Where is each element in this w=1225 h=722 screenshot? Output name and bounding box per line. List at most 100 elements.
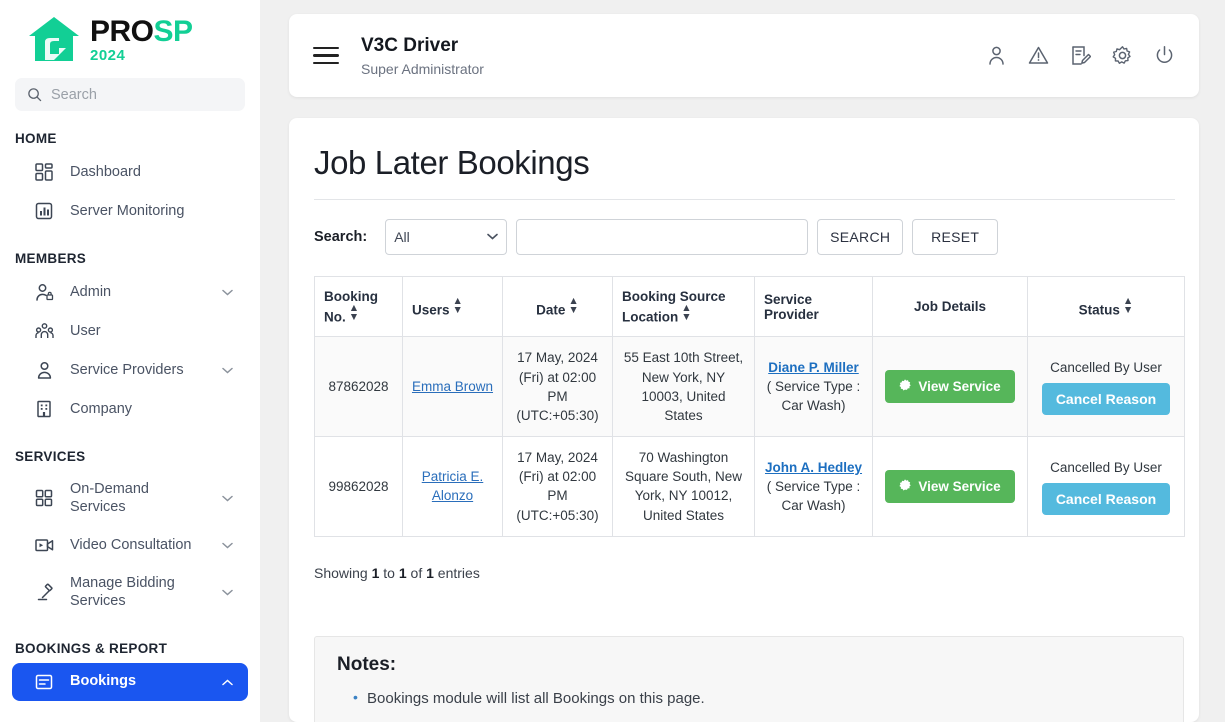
sidebar-item-label: Dashboard: [70, 163, 234, 181]
topbar-title: V3C Driver: [361, 34, 484, 59]
cell-status: Cancelled By User Cancel Reason: [1028, 437, 1185, 537]
sidebar-item-bookings[interactable]: Bookings: [12, 663, 248, 701]
user-link[interactable]: Patricia E. Alonzo: [422, 469, 484, 503]
col-label: Status: [1079, 302, 1120, 317]
notes-item: Bookings module will list all Bookings o…: [353, 690, 1161, 707]
power-logout-icon[interactable]: [1154, 45, 1175, 66]
bar-chart-icon: [34, 201, 54, 221]
provider-link[interactable]: John A. Hedley: [765, 460, 862, 475]
sidebar-item-server-monitoring[interactable]: Server Monitoring: [12, 192, 248, 230]
building-icon: [34, 399, 54, 419]
sort-icon: ▲▼: [568, 297, 578, 316]
notes-list: Bookings module will list all Bookings o…: [353, 690, 1161, 707]
view-service-button[interactable]: View Service: [885, 370, 1014, 403]
cell-booking-no: 87862028: [315, 337, 403, 437]
col-booking-no[interactable]: Booking No.▲▼: [315, 277, 403, 337]
sidebar-item-label: Admin: [70, 283, 206, 301]
user-link[interactable]: Emma Brown: [412, 379, 493, 394]
showing-mid1: to: [379, 565, 398, 581]
house-logo-icon: [26, 14, 82, 64]
chevron-up-icon: [222, 673, 234, 691]
sidebar-item-video-consultation[interactable]: Video Consultation: [12, 526, 248, 564]
sidebar-item-company[interactable]: Company: [12, 390, 248, 428]
cog-burst-icon: [899, 479, 911, 494]
sidebar-section-services: SERVICES: [0, 429, 260, 470]
chevron-down-icon: [487, 231, 498, 243]
sidebar-search-box[interactable]: Search: [15, 78, 245, 111]
provider-service-type: ( Service Type : Car Wash): [763, 477, 864, 515]
warning-triangle-icon[interactable]: [1028, 45, 1049, 66]
main-area: V3C Driver Super Administrator: [260, 0, 1225, 722]
search-filter-value: All: [394, 229, 410, 245]
search-button[interactable]: SEARCH: [817, 219, 903, 255]
col-service-provider: Service Provider: [755, 277, 873, 337]
sort-icon: ▲▼: [681, 304, 691, 323]
col-users[interactable]: Users▲▼: [403, 277, 503, 337]
col-status[interactable]: Status▲▼: [1028, 277, 1185, 337]
logo-pro-text: PRO: [90, 15, 154, 48]
chevron-down-icon: [222, 283, 234, 301]
cell-service-provider: Diane P. Miller ( Service Type : Car Was…: [755, 337, 873, 437]
user-tie-icon: [34, 360, 54, 380]
col-job-details: Job Details: [873, 277, 1028, 337]
cancel-reason-button[interactable]: Cancel Reason: [1042, 383, 1170, 415]
cell-booking-no: 99862028: [315, 437, 403, 537]
brand-wordmark: PROSP 2024: [90, 15, 193, 63]
bookings-list-icon: [34, 672, 54, 692]
provider-link[interactable]: Diane P. Miller: [768, 360, 859, 375]
profile-user-icon[interactable]: [986, 45, 1007, 66]
sidebar-item-label: Company: [70, 400, 234, 418]
user-lock-icon: [34, 282, 54, 302]
cell-location: 70 Washington Square South, New York, NY…: [613, 437, 755, 537]
topbar-subtitle: Super Administrator: [361, 61, 484, 77]
app-root: PROSP 2024 Search HOME Dashboard Server: [0, 0, 1225, 722]
search-input[interactable]: [516, 219, 808, 255]
sidebar-item-on-demand-services[interactable]: On-Demand Services: [12, 471, 248, 525]
cell-service-provider: John A. Hedley ( Service Type : Car Wash…: [755, 437, 873, 537]
col-date[interactable]: Date▲▼: [503, 277, 613, 337]
sidebar-item-user[interactable]: User: [12, 312, 248, 350]
reset-button[interactable]: RESET: [912, 219, 998, 255]
sidebar-item-label: Service Providers: [70, 361, 206, 379]
topbar: V3C Driver Super Administrator: [289, 14, 1199, 97]
topbar-titles: V3C Driver Super Administrator: [361, 34, 484, 78]
col-label: Booking Source Location: [622, 289, 726, 324]
cell-date: 17 May, 2024 (Fri) at 02:00 PM (UTC:+05:…: [503, 337, 613, 437]
table-row: 99862028 Patricia E. Alonzo 17 May, 2024…: [315, 437, 1185, 537]
edit-document-icon[interactable]: [1070, 45, 1091, 66]
sidebar-item-admin[interactable]: Admin: [12, 273, 248, 311]
cell-user: Patricia E. Alonzo: [403, 437, 503, 537]
sidebar-item-label: User: [70, 322, 234, 340]
cell-location: 55 East 10th Street, New York, NY 10003,…: [613, 337, 755, 437]
view-service-label: View Service: [918, 479, 1000, 494]
cog-burst-icon: [899, 379, 911, 394]
sidebar-section-members: MEMBERS: [0, 231, 260, 272]
users-group-icon: [34, 321, 54, 341]
cancel-reason-button[interactable]: Cancel Reason: [1042, 483, 1170, 515]
chevron-down-icon: [222, 583, 234, 601]
cell-status: Cancelled By User Cancel Reason: [1028, 337, 1185, 437]
settings-gear-icon[interactable]: [1112, 45, 1133, 66]
sidebar-item-service-providers[interactable]: Service Providers: [12, 351, 248, 389]
chevron-down-icon: [222, 489, 234, 507]
cell-job-details: View Service: [873, 337, 1028, 437]
notes-title: Notes:: [337, 654, 1161, 676]
sidebar-section-home: HOME: [0, 111, 260, 152]
hamburger-menu-icon[interactable]: [313, 42, 339, 70]
search-filter-select[interactable]: All: [385, 219, 507, 255]
showing-mid2: of: [407, 565, 426, 581]
sidebar-item-dashboard[interactable]: Dashboard: [12, 153, 248, 191]
sidebar-item-label: Video Consultation: [70, 536, 206, 554]
logo-sp-text: SP: [154, 15, 193, 48]
gavel-icon: [34, 582, 54, 602]
view-service-button[interactable]: View Service: [885, 470, 1014, 503]
search-icon: [27, 87, 42, 102]
showing-entries-text: Showing 1 to 1 of 1 entries: [314, 565, 1175, 581]
chevron-down-icon: [222, 536, 234, 554]
table-header-row: Booking No.▲▼ Users▲▼ Date▲▼ Booking Sou…: [315, 277, 1185, 337]
sidebar-item-manage-bidding-services[interactable]: Manage Bidding Services: [12, 565, 248, 619]
showing-suffix: entries: [434, 565, 480, 581]
view-service-label: View Service: [918, 379, 1000, 394]
brand-logo[interactable]: PROSP 2024: [0, 0, 260, 74]
col-booking-source-location[interactable]: Booking Source Location▲▼: [613, 277, 755, 337]
